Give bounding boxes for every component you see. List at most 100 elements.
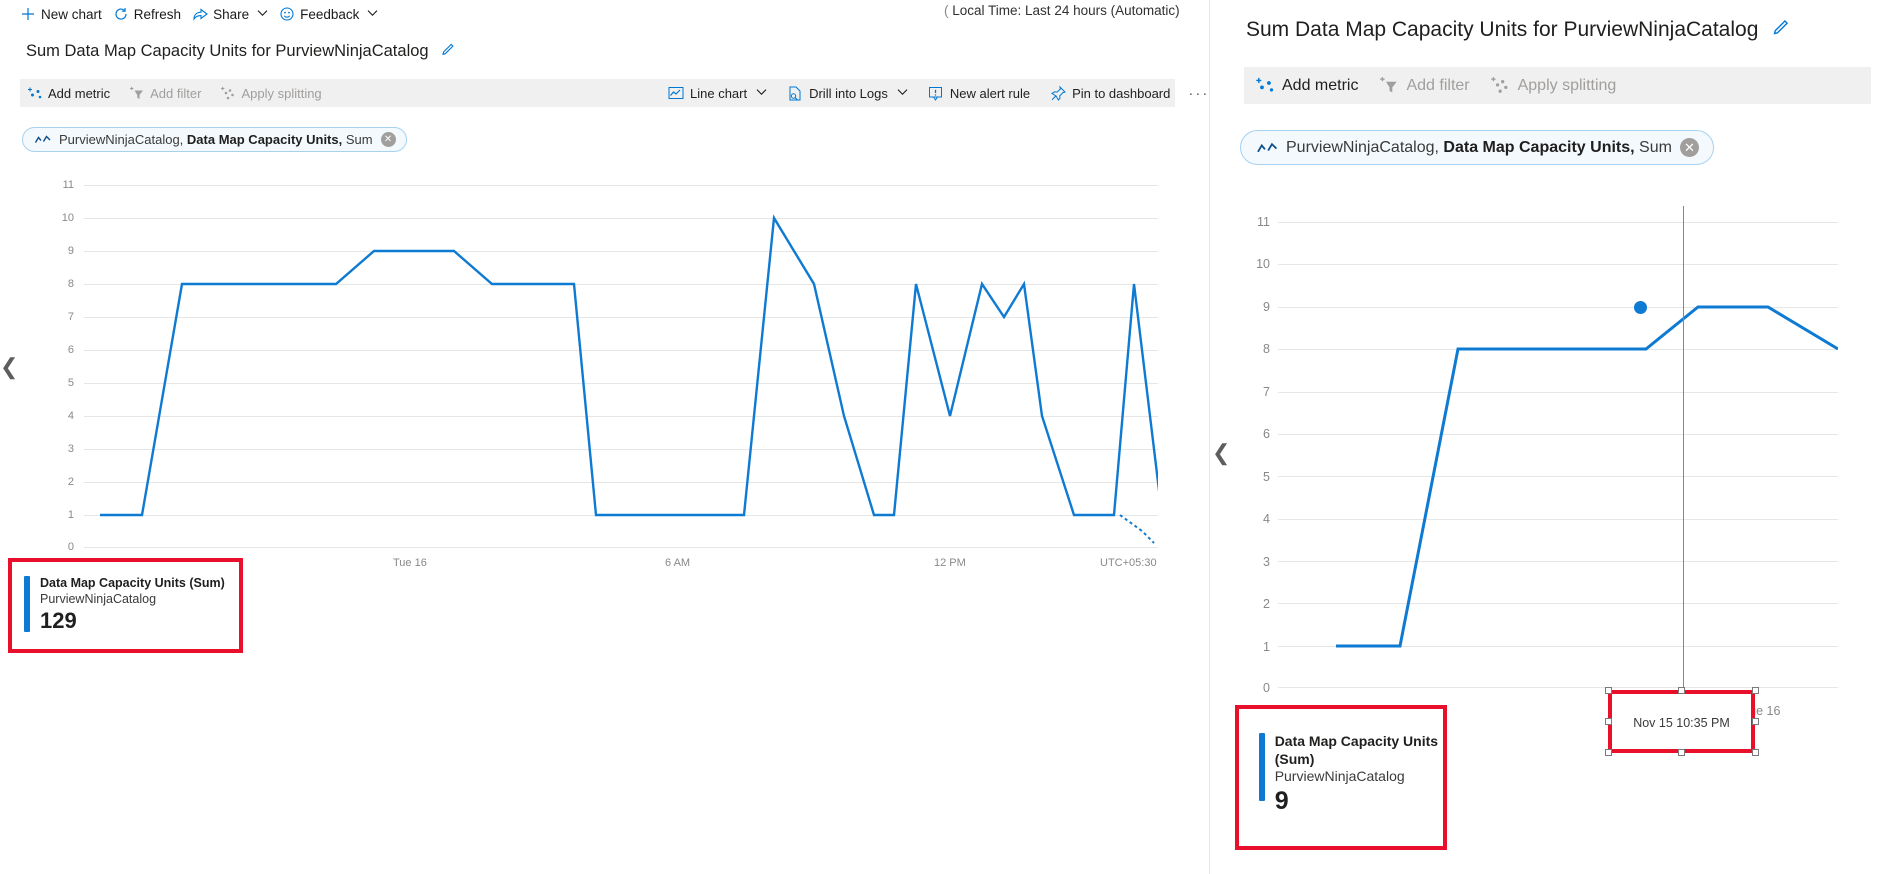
y-tick-6: 6: [67, 344, 74, 356]
chevron-down-icon: [367, 9, 378, 19]
chip-metric: Data Map Capacity Units,: [186, 132, 343, 147]
feedback-label: Feedback: [300, 6, 360, 22]
metric-toolbar: Add metric Add filter Apply splitting: [1244, 67, 1871, 104]
share-button[interactable]: Share: [190, 4, 277, 24]
selection-handle-s[interactable]: [1678, 749, 1685, 756]
new-chart-button[interactable]: New chart: [18, 4, 111, 24]
add-filter-icon: [128, 85, 144, 101]
add-filter-button[interactable]: Add filter: [1374, 76, 1485, 96]
feedback-button[interactable]: Feedback: [277, 4, 387, 24]
add-metric-icon: [1254, 76, 1274, 96]
y-tick-0: 0: [1263, 681, 1270, 695]
smiley-icon: [279, 6, 295, 22]
chip-metric: Data Map Capacity Units,: [1443, 138, 1635, 156]
panel-divider: [1209, 0, 1210, 874]
pin-to-dashboard-label: Pin to dashboard: [1072, 85, 1171, 101]
more-actions-button[interactable]: ···: [1180, 85, 1217, 102]
left-chart-panel: New chart Refresh Share Feedback (Local…: [0, 0, 1207, 874]
apply-splitting-button[interactable]: Apply splitting: [213, 85, 333, 101]
time-picker-label: Local Time: Last 24 hours (Automatic): [952, 3, 1180, 18]
alert-icon: [928, 85, 944, 101]
collapse-left-chevron-icon[interactable]: ❮: [0, 354, 18, 380]
selection-handle-e[interactable]: [1752, 718, 1759, 725]
line-chart-icon: [668, 85, 684, 101]
pencil-icon[interactable]: [441, 42, 456, 62]
legend-card: Data Map Capacity Units (Sum) PurviewNin…: [8, 558, 243, 653]
legend-resource-name: PurviewNinjaCatalog: [1274, 768, 1405, 784]
add-metric-button[interactable]: Add metric: [20, 85, 122, 101]
chip-aggregation: Sum: [345, 132, 373, 147]
pencil-icon[interactable]: [1772, 18, 1791, 43]
refresh-button[interactable]: Refresh: [111, 4, 190, 24]
chip-resource: PurviewNinjaCatalog,: [59, 132, 184, 147]
metric-chip[interactable]: PurviewNinjaCatalog, Data Map Capacity U…: [22, 127, 407, 152]
drill-into-logs-button[interactable]: Drill into Logs: [777, 85, 918, 101]
timezone-label: UTC+05:30: [1100, 557, 1157, 569]
y-tick-2: 2: [1263, 597, 1270, 611]
drill-logs-icon: [787, 85, 803, 101]
add-metric-label: Add metric: [1282, 76, 1359, 94]
sparkline-icon: [1257, 141, 1278, 155]
metric-chip-text: PurviewNinjaCatalog, Data Map Capacity U…: [1286, 139, 1672, 157]
add-metric-label: Add metric: [48, 85, 111, 101]
hover-crosshair: [1683, 206, 1684, 691]
share-label: Share: [213, 6, 250, 22]
refresh-icon: [113, 6, 129, 22]
selection-handle-w[interactable]: [1605, 718, 1612, 725]
line-chart-button[interactable]: Line chart: [658, 85, 777, 101]
add-filter-label: Add filter: [1406, 76, 1470, 94]
y-tick-10: 10: [1256, 257, 1270, 271]
add-filter-button[interactable]: Add filter: [122, 85, 213, 101]
sparkline-icon: [35, 134, 51, 145]
chevron-down-icon: [756, 88, 767, 98]
chevron-down-icon: [897, 88, 908, 98]
share-icon: [192, 6, 208, 22]
new-alert-rule-button[interactable]: New alert rule: [918, 85, 1040, 101]
legend-accent-bar: [1259, 733, 1265, 801]
time-picker-left-paren: (: [944, 3, 949, 18]
selection-handle-ne[interactable]: [1752, 687, 1759, 694]
y-tick-3: 3: [67, 443, 74, 455]
apply-splitting-icon: [1490, 76, 1510, 96]
y-tick-9: 9: [67, 245, 74, 257]
add-metric-button[interactable]: Add metric: [1244, 76, 1374, 96]
y-tick-8: 8: [67, 278, 74, 290]
command-bar: New chart Refresh Share Feedback: [18, 2, 387, 26]
y-tick-8: 8: [1263, 342, 1270, 356]
time-range-picker[interactable]: ( Local Time: Last 24 hours (Automatic): [944, 3, 1180, 18]
apply-splitting-label: Apply splitting: [1517, 76, 1617, 94]
apply-splitting-button[interactable]: Apply splitting: [1486, 76, 1633, 96]
new-alert-rule-label: New alert rule: [949, 85, 1031, 101]
metric-chip[interactable]: PurviewNinjaCatalog, Data Map Capacity U…: [1240, 130, 1714, 165]
add-filter-icon: [1378, 76, 1398, 96]
hover-marker: [1634, 301, 1647, 314]
chart-actions-toolbar: Line chart Drill into Logs New alert rul…: [658, 79, 1217, 107]
page-title: Sum Data Map Capacity Units for PurviewN…: [26, 42, 456, 62]
selection-handle-sw[interactable]: [1605, 749, 1612, 756]
close-icon[interactable]: ✕: [380, 132, 396, 147]
add-metric-icon: [26, 85, 42, 101]
apply-splitting-label: Apply splitting: [241, 85, 322, 101]
x-tick-tue16: Tue 16: [393, 557, 427, 569]
chip-resource: PurviewNinjaCatalog,: [1286, 138, 1439, 156]
page-title-text: Sum Data Map Capacity Units for PurviewN…: [1246, 18, 1759, 41]
plus-icon: [20, 6, 36, 22]
selection-handle-n[interactable]: [1678, 687, 1685, 694]
selection-handle-nw[interactable]: [1605, 687, 1612, 694]
pin-to-dashboard-button[interactable]: Pin to dashboard: [1040, 85, 1180, 101]
legend-value: 9: [1274, 786, 1289, 815]
y-tick-9: 9: [1263, 300, 1270, 314]
y-tick-4: 4: [1263, 512, 1270, 526]
selection-handle-se[interactable]: [1752, 749, 1759, 756]
chevron-down-icon: [257, 9, 268, 19]
y-tick-4: 4: [67, 410, 74, 422]
refresh-label: Refresh: [133, 6, 182, 22]
y-tick-1: 1: [67, 509, 74, 521]
line-chart-label: Line chart: [690, 85, 748, 101]
page-title: Sum Data Map Capacity Units for PurviewN…: [1246, 18, 1791, 43]
close-icon[interactable]: ✕: [1679, 138, 1699, 157]
legend-card: Data Map Capacity Units (Sum) PurviewNin…: [1235, 705, 1447, 850]
legend-accent-bar: [24, 576, 30, 632]
legend-metric-name: Data Map Capacity Units (Sum): [40, 576, 225, 590]
collapse-right-chevron-icon[interactable]: ❮: [1212, 440, 1230, 466]
